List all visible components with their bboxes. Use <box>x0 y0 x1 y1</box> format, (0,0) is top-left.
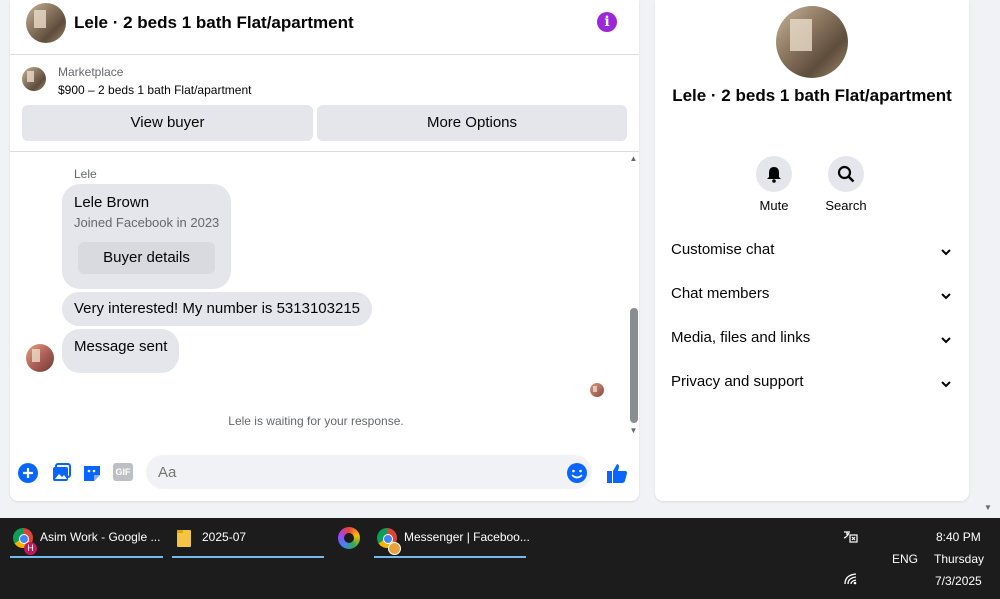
sender-avatar[interactable] <box>26 344 54 372</box>
info-icon[interactable]: i <box>597 12 617 32</box>
task-label: Messenger | Faceboo... <box>404 530 530 544</box>
search-button[interactable]: Search <box>816 156 876 213</box>
marketplace-label: Marketplace <box>58 65 124 79</box>
details-panel: Lele · 2 beds 1 bath Flat/apartment Mute… <box>655 0 969 501</box>
section-label: Customise chat <box>671 241 775 258</box>
section-label: Media, files and links <box>671 329 811 346</box>
clock-time[interactable]: 8:40 PM <box>936 530 981 544</box>
bell-icon <box>767 167 781 183</box>
profile-badge-icon: H <box>24 542 37 555</box>
read-receipt-avatar <box>590 383 604 397</box>
taskbar: H Asim Work - Google ... 2025-07 Messeng… <box>0 518 1000 599</box>
more-options-button[interactable]: More Options <box>317 105 627 141</box>
section-label: Privacy and support <box>671 373 804 390</box>
plus-icon[interactable] <box>17 462 39 484</box>
chevron-down-icon <box>941 249 951 256</box>
message-input[interactable] <box>146 455 592 489</box>
scroll-thumb[interactable] <box>630 308 638 423</box>
message-list: Lele Lele Brown Joined Facebook in 2023 … <box>10 152 622 450</box>
taskbar-item-messenger[interactable]: Messenger | Faceboo... <box>374 518 530 558</box>
task-label: Asim Work - Google ... <box>40 530 161 544</box>
section-privacy-support[interactable]: Privacy and support <box>671 373 953 397</box>
taskbar-item-asim-work[interactable]: H Asim Work - Google ... <box>10 518 163 558</box>
listing-avatar[interactable] <box>26 3 66 43</box>
mute-label: Mute <box>759 198 789 213</box>
clock-day[interactable]: Thursday <box>934 552 984 566</box>
photo-icon[interactable] <box>50 462 72 484</box>
emoji-icon[interactable] <box>566 462 588 484</box>
composer: GIF <box>10 450 639 501</box>
profile-badge-icon <box>388 542 401 555</box>
section-chat-members[interactable]: Chat members <box>671 285 953 309</box>
active-indicator <box>374 556 526 558</box>
scroll-down-arrow[interactable]: ▼ <box>628 426 639 435</box>
search-label: Search <box>825 198 867 213</box>
listing-thumbnail <box>22 67 46 91</box>
view-buyer-button[interactable]: View buyer <box>22 105 313 141</box>
section-label: Chat members <box>671 285 770 302</box>
buyer-joined: Joined Facebook in 2023 <box>74 215 220 230</box>
clock-date[interactable]: 7/3/2025 <box>935 574 982 588</box>
chat-header: Lele · 2 beds 1 bath Flat/apartment i <box>10 0 639 55</box>
chevron-down-icon <box>941 293 951 300</box>
buyer-name: Lele Brown <box>74 194 150 211</box>
language-indicator[interactable]: ENG <box>892 552 918 566</box>
details-title: Lele · 2 beds 1 bath Flat/apartment <box>672 86 952 105</box>
like-icon[interactable] <box>606 462 628 484</box>
search-icon <box>837 165 855 183</box>
page-scroll-down-arrow[interactable]: ▼ <box>984 503 992 512</box>
language-pack-icon[interactable] <box>842 530 858 544</box>
taskbar-item-app[interactable] <box>337 518 363 558</box>
folder-icon <box>177 530 191 547</box>
sender-name: Lele <box>74 167 97 181</box>
active-indicator <box>172 556 324 558</box>
app-icon-center <box>344 533 354 543</box>
mute-button[interactable]: Mute <box>744 156 804 213</box>
taskbar-item-folder[interactable]: 2025-07 <box>172 518 324 558</box>
section-customise-chat[interactable]: Customise chat <box>671 241 953 265</box>
gif-icon[interactable]: GIF <box>113 463 133 481</box>
chevron-down-icon <box>941 381 951 388</box>
chat-title[interactable]: Lele · 2 beds 1 bath Flat/apartment <box>74 13 354 33</box>
task-label: 2025-07 <box>202 530 247 544</box>
buyer-card: Lele Brown Joined Facebook in 2023 Buyer… <box>62 184 231 289</box>
section-media-files[interactable]: Media, files and links <box>671 329 953 353</box>
network-icon[interactable] <box>844 573 858 585</box>
details-avatar[interactable] <box>776 6 848 78</box>
buyer-details-button[interactable]: Buyer details <box>78 242 215 274</box>
chat-panel: Lele · 2 beds 1 bath Flat/apartment i Ma… <box>10 0 639 501</box>
waiting-status: Lele is waiting for your response. <box>228 414 404 428</box>
scroll-up-arrow[interactable]: ▲ <box>628 154 639 163</box>
active-indicator <box>10 556 163 558</box>
message-bubble[interactable]: Message sent <box>62 329 180 373</box>
listing-summary[interactable]: $900 – 2 beds 1 bath Flat/apartment <box>58 83 251 97</box>
chevron-down-icon <box>941 337 951 344</box>
chat-scrollbar[interactable]: ▲ ▼ <box>628 152 639 438</box>
sticker-icon[interactable] <box>81 462 103 484</box>
marketplace-bar: Marketplace $900 – 2 beds 1 bath Flat/ap… <box>10 55 639 152</box>
message-bubble[interactable]: Very interested! My number is 5313103215 <box>62 292 373 326</box>
